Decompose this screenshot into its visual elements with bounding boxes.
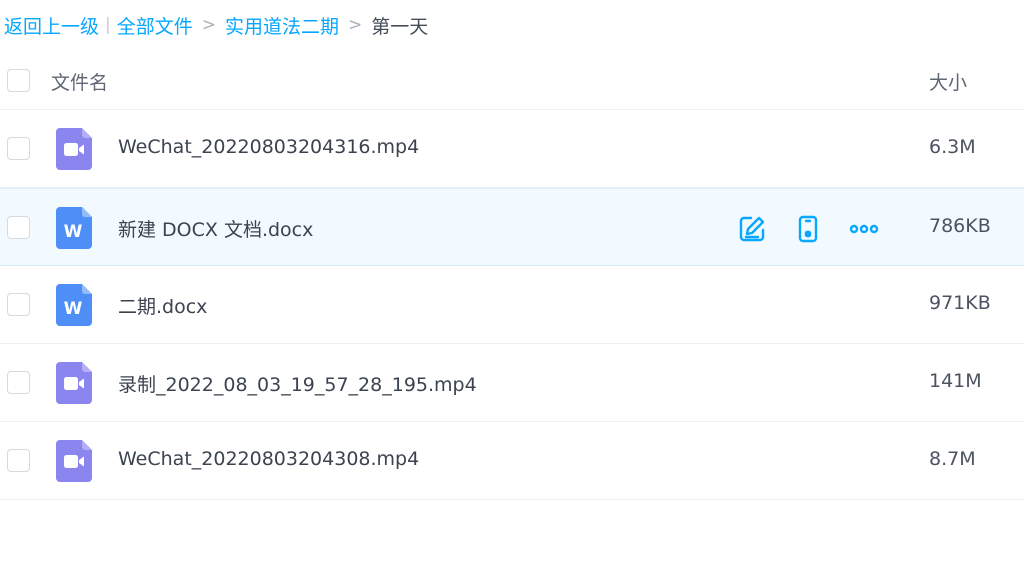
select-all-checkbox[interactable] xyxy=(7,69,30,92)
edit-icon[interactable] xyxy=(736,213,768,245)
file-row[interactable]: WeChat_20220803204308.mp4 8.7M xyxy=(0,422,1024,500)
file-size: 141M xyxy=(929,370,982,392)
table-header: 文件名 大小 xyxy=(0,58,1024,110)
row-checkbox[interactable] xyxy=(7,449,30,472)
file-name[interactable]: WeChat_20220803204308.mp4 xyxy=(118,448,419,470)
file-list: WeChat_20220803204316.mp4 6.3M W 新建 DOCX… xyxy=(0,110,1024,500)
row-checkbox[interactable] xyxy=(7,137,30,160)
more-icon[interactable] xyxy=(848,213,880,245)
file-name[interactable]: WeChat_20220803204316.mp4 xyxy=(118,136,419,158)
file-name[interactable]: 新建 DOCX 文档.docx xyxy=(118,215,313,242)
file-manager: 返回上一级 | 全部文件 > 实用道法二期 > 第一天 文件名 大小 WeCha… xyxy=(0,0,1024,571)
back-link[interactable]: 返回上一级 xyxy=(4,12,99,39)
file-row[interactable]: 录制_2022_08_03_19_57_28_195.mp4 141M xyxy=(0,344,1024,422)
file-size: 971KB xyxy=(929,292,991,314)
row-checkbox[interactable] xyxy=(7,371,30,394)
column-header-size[interactable]: 大小 xyxy=(929,68,967,95)
file-row[interactable]: WeChat_20220803204316.mp4 6.3M xyxy=(0,110,1024,188)
word-file-icon: W xyxy=(56,284,92,326)
file-row[interactable]: W 二期.docx 971KB xyxy=(0,266,1024,344)
video-file-icon xyxy=(56,440,92,482)
column-header-name[interactable]: 文件名 xyxy=(51,68,108,95)
file-row[interactable]: W 新建 DOCX 文档.docx 786KB xyxy=(0,188,1024,266)
breadcrumb-separator: | xyxy=(105,15,111,35)
breadcrumb-current: 第一天 xyxy=(371,15,429,38)
video-file-icon xyxy=(56,362,92,404)
row-checkbox[interactable] xyxy=(7,216,30,239)
phone-icon[interactable] xyxy=(792,213,824,245)
svg-text:W: W xyxy=(64,222,83,242)
breadcrumb-arrow: > xyxy=(348,15,363,35)
file-size: 6.3M xyxy=(929,136,976,158)
breadcrumb: 返回上一级 | 全部文件 > 实用道法二期 > 第一天 xyxy=(4,10,428,40)
breadcrumb-all-files[interactable]: 全部文件 xyxy=(117,12,193,39)
svg-text:W: W xyxy=(64,299,83,319)
video-file-icon xyxy=(56,128,92,170)
file-size: 8.7M xyxy=(929,448,976,470)
file-size: 786KB xyxy=(929,215,991,237)
row-actions xyxy=(736,213,880,245)
breadcrumb-folder[interactable]: 实用道法二期 xyxy=(225,12,339,39)
breadcrumb-arrow: > xyxy=(201,15,217,35)
word-file-icon: W xyxy=(56,207,92,249)
row-checkbox[interactable] xyxy=(7,293,30,316)
file-name[interactable]: 录制_2022_08_03_19_57_28_195.mp4 xyxy=(118,370,477,397)
file-name[interactable]: 二期.docx xyxy=(118,292,207,319)
